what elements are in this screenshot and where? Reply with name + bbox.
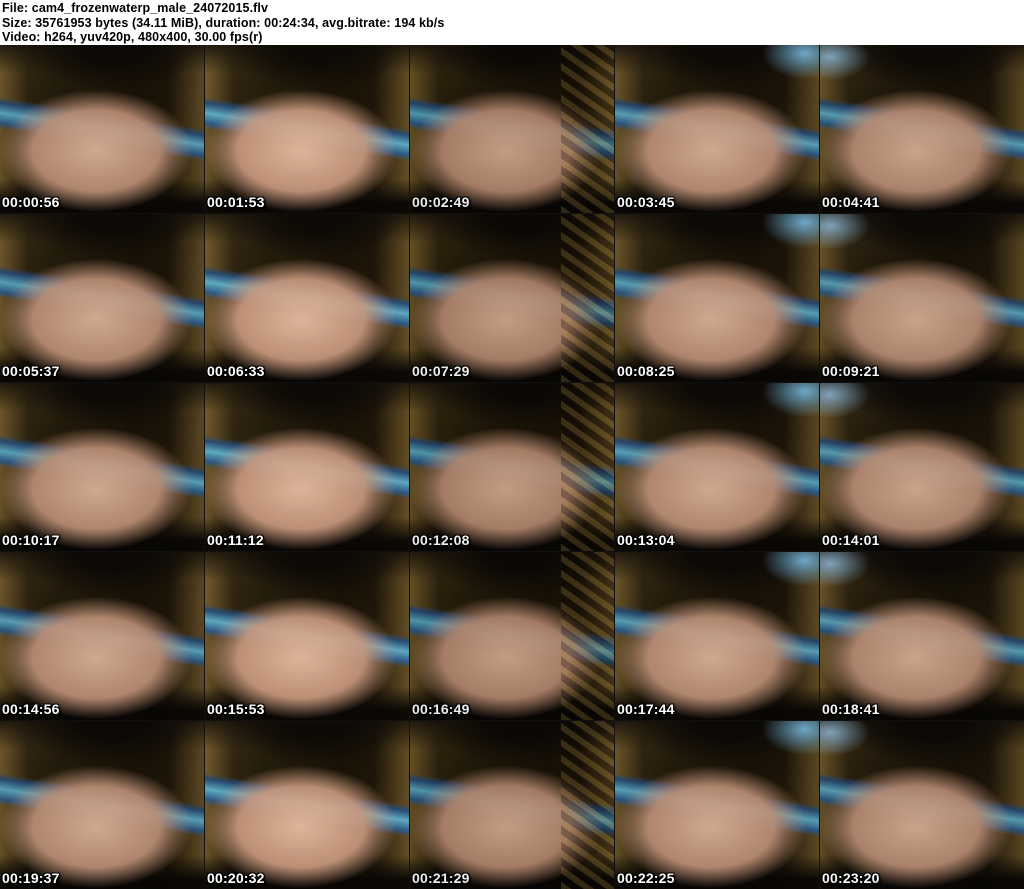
file-info-line-file: File: cam4_frozenwaterp_male_24072015.fl… xyxy=(2,1,269,15)
timestamp-overlay: 00:14:56 xyxy=(2,701,60,717)
video-thumbnail: 00:00:56 xyxy=(0,45,204,213)
timestamp-overlay: 00:16:49 xyxy=(412,701,470,717)
timestamp-overlay: 00:11:12 xyxy=(207,532,264,548)
video-thumbnail: 00:22:25 xyxy=(615,721,819,889)
timestamp-overlay: 00:01:53 xyxy=(207,194,265,210)
timestamp-overlay: 00:09:21 xyxy=(822,363,880,379)
video-thumbnail: 00:14:01 xyxy=(820,383,1024,551)
video-thumbnail: 00:16:49 xyxy=(410,552,614,720)
video-thumbnail: 00:02:49 xyxy=(410,45,614,213)
file-info-line-size: Size: 35761953 bytes (34.11 MiB), durati… xyxy=(2,15,445,30)
video-thumbnail: 00:07:29 xyxy=(410,214,614,382)
timestamp-overlay: 00:10:17 xyxy=(2,532,60,548)
video-thumbnail: 00:19:37 xyxy=(0,721,204,889)
video-thumbnail: 00:21:29 xyxy=(410,721,614,889)
video-thumbnail: 00:05:37 xyxy=(0,214,204,382)
timestamp-overlay: 00:22:25 xyxy=(617,870,675,886)
timestamp-overlay: 00:03:45 xyxy=(617,194,675,210)
video-thumbnail: 00:18:41 xyxy=(820,552,1024,720)
file-info-header: File: cam4_frozenwaterp_male_24072015.fl… xyxy=(0,0,1024,45)
timestamp-overlay: 00:14:01 xyxy=(822,532,880,548)
thumbnail-sheet: File: cam4_frozenwaterp_male_24072015.fl… xyxy=(0,0,1024,889)
timestamp-overlay: 00:17:44 xyxy=(617,701,675,717)
timestamp-overlay: 00:02:49 xyxy=(412,194,470,210)
timestamp-overlay: 00:23:20 xyxy=(822,870,880,886)
video-thumbnail: 00:03:45 xyxy=(615,45,819,213)
video-thumbnail: 00:01:53 xyxy=(205,45,409,213)
video-thumbnail: 00:12:08 xyxy=(410,383,614,551)
timestamp-overlay: 00:15:53 xyxy=(207,701,265,717)
timestamp-overlay: 00:07:29 xyxy=(412,363,470,379)
file-info-line-video: Video: h264, yuv420p, 480x400, 30.00 fps… xyxy=(2,30,263,44)
timestamp-overlay: 00:12:08 xyxy=(412,532,470,548)
timestamp-overlay: 00:04:41 xyxy=(822,194,880,210)
video-thumbnail: 00:06:33 xyxy=(205,214,409,382)
timestamp-overlay: 00:13:04 xyxy=(617,532,675,548)
timestamp-overlay: 00:18:41 xyxy=(822,701,880,717)
video-thumbnail: 00:14:56 xyxy=(0,552,204,720)
video-thumbnail: 00:15:53 xyxy=(205,552,409,720)
timestamp-overlay: 00:20:32 xyxy=(207,870,265,886)
timestamp-overlay: 00:06:33 xyxy=(207,363,265,379)
video-thumbnail: 00:08:25 xyxy=(615,214,819,382)
video-thumbnail: 00:09:21 xyxy=(820,214,1024,382)
video-thumbnail: 00:20:32 xyxy=(205,721,409,889)
timestamp-overlay: 00:08:25 xyxy=(617,363,675,379)
video-thumbnail: 00:10:17 xyxy=(0,383,204,551)
video-thumbnail: 00:13:04 xyxy=(615,383,819,551)
timestamp-overlay: 00:00:56 xyxy=(2,194,60,210)
timestamp-overlay: 00:19:37 xyxy=(2,870,60,886)
video-thumbnail: 00:17:44 xyxy=(615,552,819,720)
video-thumbnail: 00:04:41 xyxy=(820,45,1024,213)
timestamp-overlay: 00:21:29 xyxy=(412,870,470,886)
video-thumbnail: 00:23:20 xyxy=(820,721,1024,889)
thumbnail-grid: 00:00:56 00:01:53 00:02:49 00:03:45 00:04:41… xyxy=(0,45,1024,889)
video-thumbnail: 00:11:12 xyxy=(205,383,409,551)
timestamp-overlay: 00:05:37 xyxy=(2,363,60,379)
